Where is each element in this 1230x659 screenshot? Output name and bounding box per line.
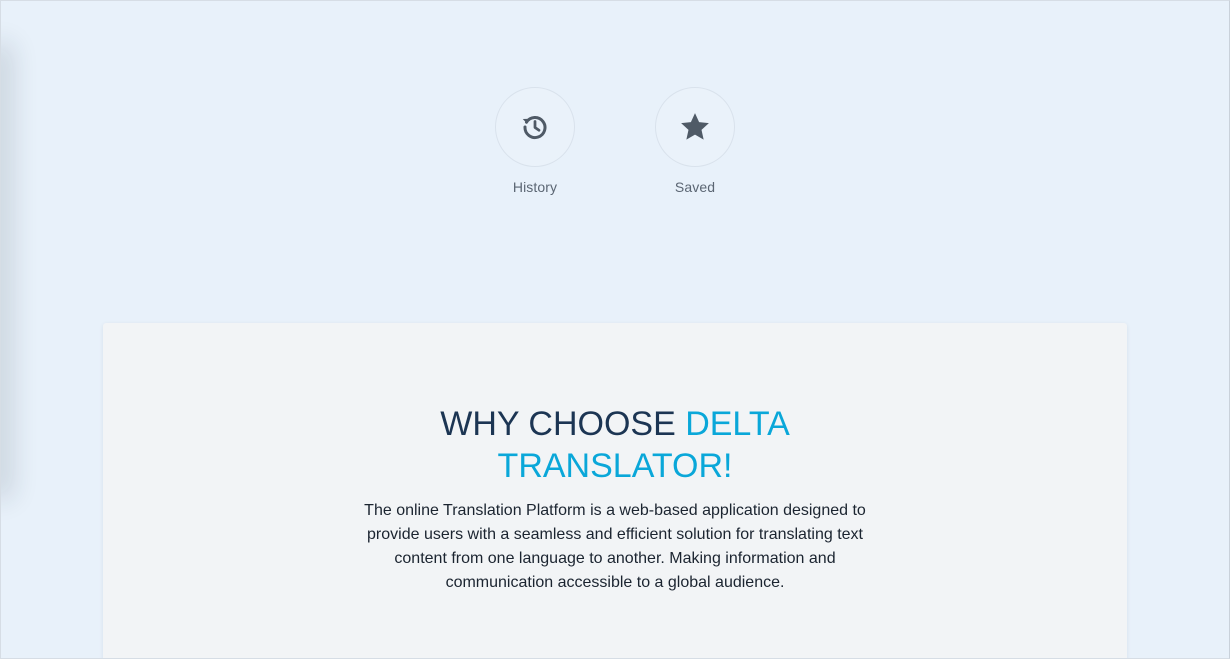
history-label: History <box>512 179 558 195</box>
page-frame: History Saved WHY CHOOSE DELTA TRANSLATOR… <box>0 0 1230 659</box>
side-panel-edge <box>0 55 1 487</box>
saved-button[interactable]: Saved <box>655 87 735 195</box>
title-prefix: WHY CHOOSE <box>440 405 686 443</box>
star-icon <box>681 113 709 140</box>
history-circle[interactable] <box>495 87 575 167</box>
saved-circle[interactable] <box>655 87 735 167</box>
quick-actions: History Saved <box>495 87 735 195</box>
title-accent-line2: TRANSLATOR! <box>497 447 733 485</box>
history-icon <box>522 116 547 140</box>
saved-label: Saved <box>674 179 716 195</box>
section-title: WHY CHOOSE DELTA TRANSLATOR! <box>103 403 1127 487</box>
why-choose-card: WHY CHOOSE DELTA TRANSLATOR! The online T… <box>103 323 1127 658</box>
history-button[interactable]: History <box>495 87 575 195</box>
title-accent-line1: DELTA <box>685 405 790 443</box>
section-description: The online Translation Platform is a web… <box>364 502 866 591</box>
